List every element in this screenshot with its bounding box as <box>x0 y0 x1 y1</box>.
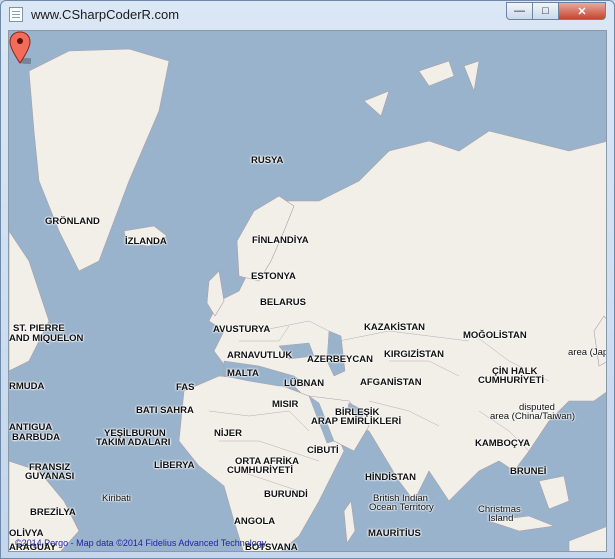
map-label-finlandiya: FİNLANDİYA <box>252 235 309 246</box>
map-label-yesilburun-2: TAKIM ADALARI <box>96 437 171 448</box>
app-document-icon <box>9 7 23 22</box>
map-marker-icon[interactable] <box>9 31 31 65</box>
window-title: www.CSharpCoderR.com <box>31 7 180 22</box>
map-label-liberya: LİBERYA <box>154 460 195 471</box>
app-window: www.CSharpCoderR.com — □ ✕ RUSYA GRÖNLAN… <box>0 0 615 559</box>
map-label-misir: MISIR <box>272 399 299 410</box>
map-label-brezilya: BREZİLYA <box>30 507 76 518</box>
map-label-arnavutluk: ARNAVUTLUK <box>227 350 293 361</box>
map-label-burundi: BURUNDİ <box>264 489 308 500</box>
map-label-bio-2: Ocean Territory <box>369 502 434 513</box>
map-label-gronland: GRÖNLAND <box>45 216 100 227</box>
map-label-lubnan: LÜBNAN <box>284 378 325 389</box>
map-label-cibuti: CİBUTİ <box>307 445 339 456</box>
map-label-disputed-2: area (China/Taiwan) <box>490 411 576 422</box>
map-label-cin-2: CUMHURİYETİ <box>478 375 544 386</box>
map-label-rusya: RUSYA <box>251 155 284 166</box>
map-label-angola: ANGOLA <box>234 516 276 527</box>
map-label-kirgizistan: KIRGIZİSTAN <box>384 349 444 360</box>
map-view[interactable]: RUSYA GRÖNLAND İZLANDA FİNLANDİYA ESTONY… <box>8 30 607 552</box>
map-label-hindistan: HİNDİSTAN <box>365 472 417 483</box>
map-label-kiribati: Kiribati <box>102 493 132 504</box>
map-label-christmas-2: Island <box>488 513 514 524</box>
title-bar[interactable]: www.CSharpCoderR.com — □ ✕ <box>1 1 614 29</box>
map-label-malta: MALTA <box>227 368 259 379</box>
map-label-birlesik-2: ARAP EMİRLİKLERİ <box>311 416 402 427</box>
borneo-shape <box>538 475 570 510</box>
map-label-izlanda: İZLANDA <box>125 236 167 247</box>
map-label-belarus: BELARUS <box>260 297 306 308</box>
map-label-mogolistan: MOĞOLİSTAN <box>463 330 527 341</box>
map-label-st-pierre-2: AND MIQUELON <box>9 333 84 344</box>
minimize-button[interactable]: — <box>506 2 533 20</box>
map-label-estonya: ESTONYA <box>251 271 296 282</box>
map-label-bermuda: RMUDA <box>9 381 45 392</box>
map-attribution: ©2014 Pergo - Map data ©2014 Fidelius Ad… <box>15 538 267 548</box>
map-label-orta-afrika-2: CUMHURİYETİ <box>227 465 293 476</box>
map-label-antigua-2: BARBUDA <box>12 432 61 443</box>
maximize-button[interactable]: □ <box>532 2 559 20</box>
map-label-kazakistan: KAZAKİSTAN <box>364 322 426 333</box>
madagascar-shape <box>343 500 356 544</box>
map-label-afganistan: AFGANİSTAN <box>360 377 422 388</box>
close-button[interactable]: ✕ <box>558 2 606 20</box>
arctic-islands-shape <box>363 60 480 117</box>
australia-shape <box>568 526 606 551</box>
map-label-nijer: NİJER <box>214 428 242 439</box>
map-label-fransiz-2: GUYANASI <box>25 471 75 482</box>
map-label-kambocya: KAMBOÇYA <box>475 438 531 449</box>
map-label-fas: FAS <box>176 382 195 393</box>
map-label-azerbeycan: AZERBEYCAN <box>307 354 373 365</box>
map-label-brunei: BRUNEİ <box>510 466 547 477</box>
map-label-mauritius: MAURİTİUS <box>368 528 421 539</box>
map-label-avusturya: AVUSTURYA <box>213 324 271 335</box>
north-america-shape <box>9 230 50 372</box>
map-label-bati-sahra: BATI SAHRA <box>136 405 194 416</box>
map-label-area-japan: area (Japa <box>568 347 606 358</box>
